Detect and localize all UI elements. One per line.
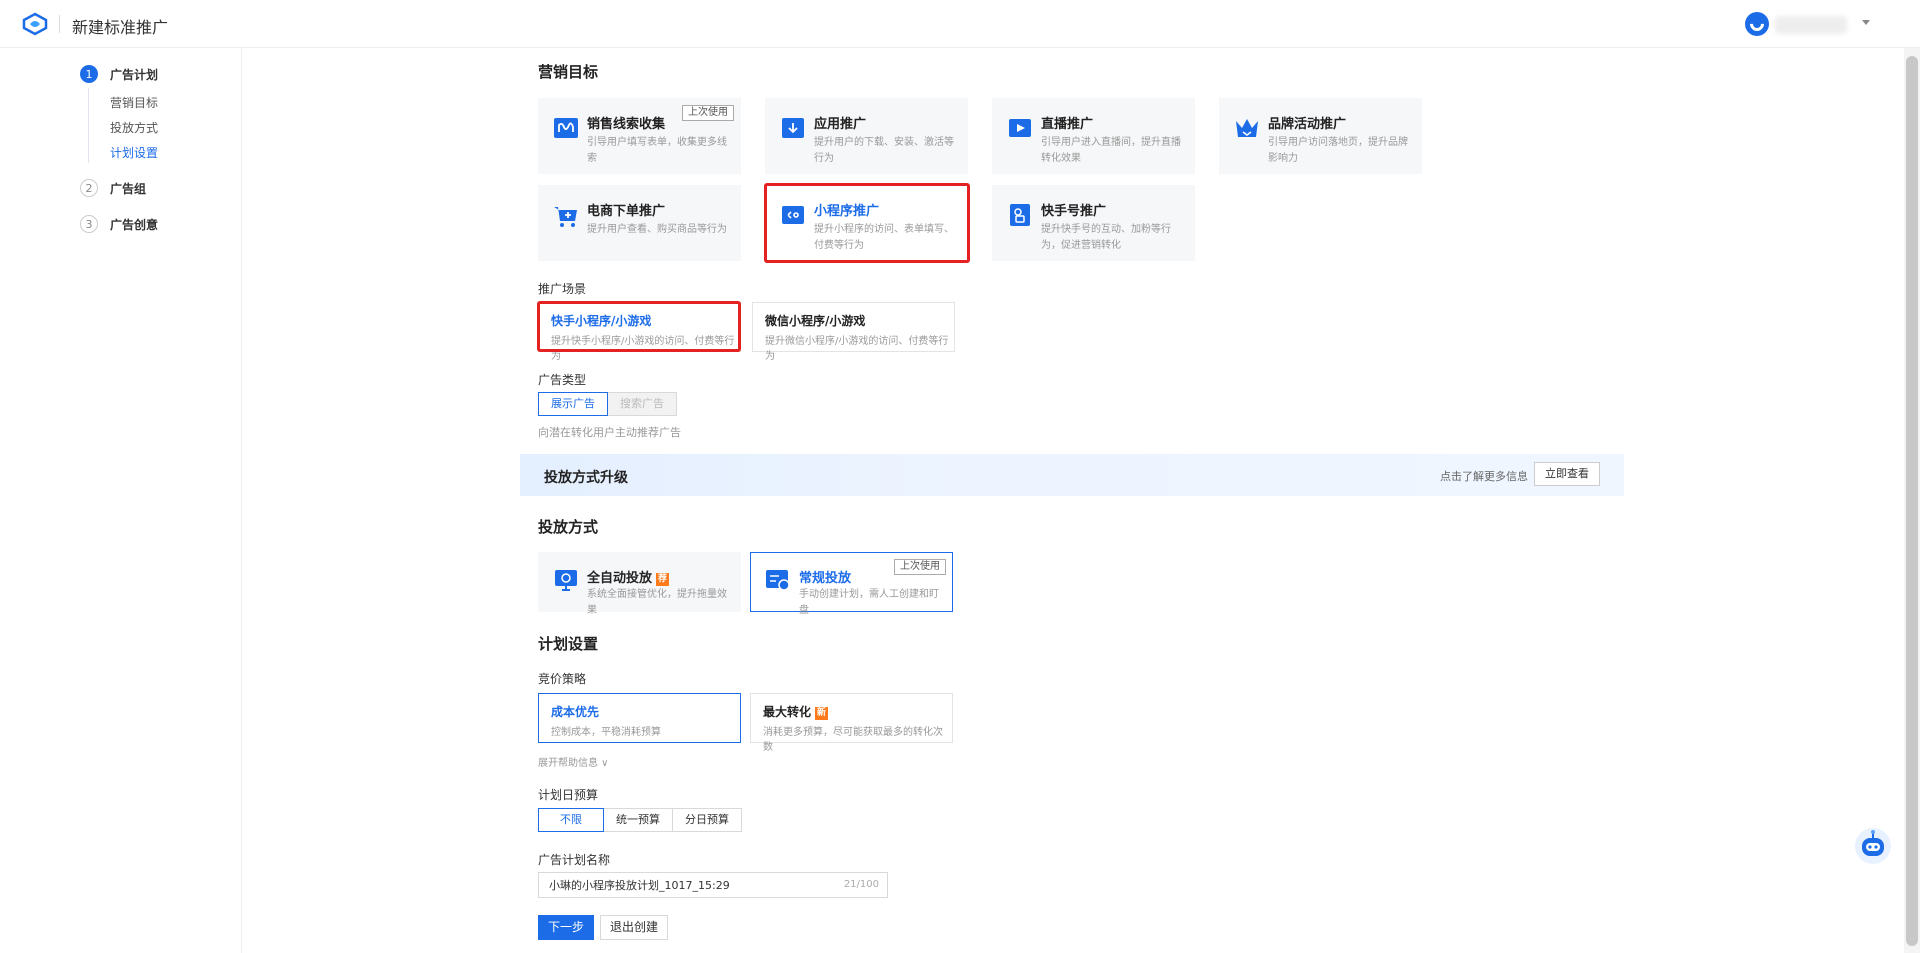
monitor-icon	[555, 570, 577, 591]
last-used-badge: 上次使用	[894, 559, 946, 575]
scrollbar-thumb[interactable]	[1906, 56, 1918, 946]
step-connector	[88, 88, 89, 163]
scene-label: 推广场景	[538, 282, 587, 296]
card-title: 电商下单推广	[587, 204, 666, 219]
step-ad-plan[interactable]: 1 广告计划	[80, 65, 158, 83]
card-desc: 提升快手号的互动、加粉等行为，促进营销转化	[1041, 224, 1171, 251]
option-title: 常规投放	[799, 571, 852, 586]
bid-option-cost-first[interactable]: 成本优先 控制成本，平稳消耗预算	[538, 693, 741, 743]
option-title: 全自动投放荐	[587, 567, 670, 586]
ad-type-label: 广告类型	[538, 373, 587, 387]
budget-segment: 不限 统一预算 分日预算	[538, 808, 742, 832]
header-divider	[59, 15, 60, 33]
budget-daily-button[interactable]: 分日预算	[672, 808, 742, 832]
card-desc: 引导用户访问落地页，提升品牌影响力	[1268, 137, 1408, 164]
chevron-down-icon[interactable]	[1862, 20, 1870, 25]
crown-icon	[1236, 119, 1258, 137]
card-title: 销售线索收集	[587, 117, 666, 132]
bid-option-max-conversion[interactable]: 最大转化新 消耗更多预算，尽可能获取最多的转化次数	[750, 693, 953, 753]
plan-name-label: 广告计划名称	[538, 853, 611, 867]
recommend-tag: 荐	[656, 573, 670, 586]
step-number: 2	[80, 179, 98, 197]
goal-card-live[interactable]: 直播推广 引导用户进入直播间，提升直播转化效果	[992, 98, 1195, 174]
banner-hint: 点击了解更多信息	[1440, 470, 1528, 483]
app-logo-icon[interactable]	[22, 12, 48, 36]
card-title: 快手号推广	[1041, 204, 1107, 219]
wave-icon	[554, 118, 578, 138]
card-desc: 引导用户填写表单，收集更多线索	[587, 137, 727, 164]
expand-help-link[interactable]: 展开帮助信息 ∨	[538, 754, 609, 769]
delivery-option-auto[interactable]: 全自动投放荐 系统全面接管优化，提升拖量效果	[538, 552, 741, 616]
goal-card-ecommerce[interactable]: 电商下单推广 提升用户查看、购买商品等行为	[538, 185, 741, 261]
banner-title: 投放方式升级	[544, 470, 628, 486]
bid-desc: 消耗更多预算，尽可能获取最多的转化次数	[763, 727, 943, 753]
username-redacted[interactable]	[1775, 16, 1847, 34]
exit-create-button[interactable]: 退出创建	[600, 915, 668, 940]
substep-plan-settings[interactable]: 计划设置	[110, 144, 158, 161]
substep-marketing-goal[interactable]: 营销目标	[110, 94, 158, 111]
bid-title: 最大转化新	[763, 703, 829, 720]
step-ad-group[interactable]: 2 广告组	[80, 179, 146, 197]
bid-strategy-label: 竞价策略	[538, 672, 587, 686]
daily-budget-label: 计划日预算	[538, 788, 599, 802]
bid-desc: 控制成本，平稳消耗预算	[551, 727, 661, 738]
highlight-box	[764, 183, 970, 263]
manual-plan-icon	[766, 570, 790, 591]
step-label: 广告创意	[110, 217, 159, 232]
scene-title: 微信小程序/小游戏	[765, 314, 866, 328]
avatar[interactable]	[1745, 12, 1769, 36]
scene-option-wechat[interactable]: 微信小程序/小游戏 提升微信小程序/小游戏的访问、付费等行为	[752, 302, 955, 362]
budget-unified-button[interactable]: 统一预算	[603, 808, 673, 832]
ad-type-hint: 向潜在转化用户主动推荐广告	[538, 426, 681, 439]
live-play-icon	[1009, 119, 1031, 137]
goal-card-brand[interactable]: 品牌活动推广 引导用户访问落地页，提升品牌影响力	[1219, 98, 1422, 174]
bid-title: 成本优先	[551, 705, 600, 719]
card-desc: 提升用户查看、购买商品等行为	[587, 224, 727, 235]
card-title: 直播推广	[1041, 117, 1094, 132]
upgrade-banner: 投放方式升级 点击了解更多信息 立即查看	[520, 454, 1624, 496]
option-desc: 手动创建计划，需人工创建和盯盘	[799, 589, 939, 616]
budget-unlimited-button[interactable]: 不限	[538, 808, 604, 832]
card-title: 品牌活动推广	[1268, 117, 1347, 132]
top-header: 新建标准推广	[0, 0, 1920, 48]
section-title-plan: 计划设置	[538, 635, 599, 653]
step-label: 广告计划	[110, 67, 159, 82]
scene-desc: 提升微信小程序/小游戏的访问、付费等行为	[765, 336, 949, 362]
goal-card-app[interactable]: 应用推广 提升用户的下载、安装、激活等行为	[765, 98, 968, 174]
next-step-button[interactable]: 下一步	[538, 915, 594, 940]
card-desc: 引导用户进入直播间，提升直播转化效果	[1041, 137, 1181, 164]
substep-delivery-method[interactable]: 投放方式	[110, 119, 158, 136]
view-now-button[interactable]: 立即查看	[1534, 462, 1600, 486]
cart-icon	[554, 207, 577, 227]
step-number: 1	[80, 65, 98, 83]
goal-card-sales-leads[interactable]: 销售线索收集 引导用户填写表单，收集更多线索 上次使用	[538, 98, 741, 174]
option-title-text: 全自动投放	[587, 571, 653, 586]
ad-type-segment: 展示广告 搜索广告	[538, 392, 677, 416]
new-tag: 新	[815, 707, 829, 720]
char-counter: 21/100	[843, 879, 879, 890]
step-number: 3	[80, 215, 98, 233]
last-used-badge: 上次使用	[682, 105, 734, 121]
card-desc: 提升用户的下载、安装、激活等行为	[814, 137, 954, 164]
kuaishou-account-icon	[1010, 204, 1030, 226]
avatar-logo-icon	[1747, 14, 1767, 34]
section-title-delivery: 投放方式	[538, 518, 599, 536]
plan-name-input[interactable]	[539, 873, 819, 897]
highlight-box	[537, 301, 741, 352]
bid-title-text: 最大转化	[763, 705, 812, 719]
step-label: 广告组	[110, 181, 147, 196]
download-icon	[782, 118, 804, 138]
delivery-option-regular[interactable]: 常规投放 手动创建计划，需人工创建和盯盘 上次使用	[750, 552, 953, 616]
ad-type-display-button[interactable]: 展示广告	[538, 392, 608, 416]
card-title: 应用推广	[814, 117, 867, 132]
goal-card-kuaishou-account[interactable]: 快手号推广 提升快手号的互动、加粉等行为，促进营销转化	[992, 185, 1195, 261]
ad-type-search-button[interactable]: 搜索广告	[607, 392, 677, 416]
assistant-robot-icon[interactable]	[1853, 826, 1893, 866]
page-title: 新建标准推广	[72, 18, 169, 37]
plan-name-field[interactable]: 21/100	[538, 872, 888, 898]
option-desc: 系统全面接管优化，提升拖量效果	[587, 589, 727, 616]
step-ad-creative[interactable]: 3 广告创意	[80, 215, 158, 233]
section-title-marketing: 营销目标	[538, 63, 599, 81]
